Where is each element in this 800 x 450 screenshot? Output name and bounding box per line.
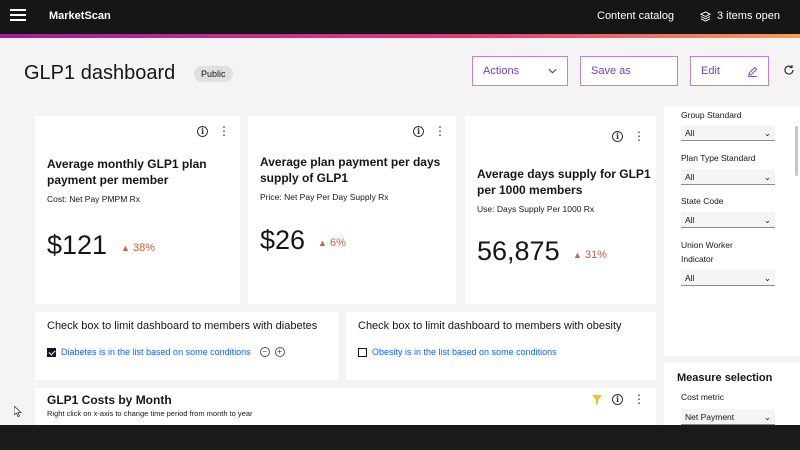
- bottom-bar: [0, 425, 800, 450]
- glp1-costs-card: GLP1 Costs by Month Right click on x-axi…: [35, 388, 656, 425]
- brand-name[interactable]: MarketScan: [49, 10, 111, 22]
- kpi-value: 56,875: [477, 236, 560, 266]
- diabetes-filter-card: Check box to limit dashboard to members …: [35, 312, 338, 380]
- chevron-down-icon: ⌄: [763, 412, 771, 422]
- kpi-delta: ▲ 38%: [121, 242, 155, 254]
- save-as-button[interactable]: Save as: [580, 56, 678, 86]
- kpi-card-days-supply: i ⋮ Average days supply for GLP1 per 100…: [465, 116, 656, 304]
- diabetes-checkbox[interactable]: [47, 347, 56, 357]
- select-value: All: [685, 128, 695, 138]
- remove-condition-icon[interactable]: −: [259, 347, 270, 357]
- filter-label-plan-type: Plan Type Standard: [681, 153, 756, 163]
- triangle-up-icon: ▲: [318, 238, 327, 248]
- kpi-delta-value: 6%: [329, 237, 346, 249]
- kpi-title: Average days supply for GLP1 per 1000 me…: [477, 167, 651, 197]
- kpi-card-payment-per-day-supply: i ⋮ Average plan payment per days supply…: [248, 116, 456, 304]
- triangle-up-icon: ▲: [573, 250, 582, 260]
- kpi-card-payment-per-member: i ⋮ Average monthly GLP1 plan payment pe…: [35, 116, 240, 304]
- overflow-menu-icon[interactable]: ⋮: [633, 130, 645, 142]
- chevron-down-icon: ⌄: [763, 128, 771, 138]
- kpi-delta: ▲ 31%: [573, 249, 607, 261]
- kpi-delta-value: 38%: [132, 242, 156, 254]
- obesity-checkbox[interactable]: [358, 347, 367, 357]
- edit-label: Edit: [701, 65, 720, 77]
- actions-dropdown[interactable]: Actions: [472, 56, 568, 86]
- chevron-down-icon: ⌄: [763, 172, 771, 182]
- overflow-menu-icon[interactable]: ⋮: [218, 125, 230, 137]
- diabetes-condition-row: Diabetes is in the list based on some co…: [47, 347, 285, 357]
- content-catalog-link[interactable]: Content catalog: [597, 10, 674, 22]
- kpi-delta-value: 31%: [584, 249, 608, 261]
- hamburger-menu-icon[interactable]: [10, 9, 26, 25]
- kpi-subtitle: Price: Net Pay Per Day Supply Rx: [260, 192, 389, 202]
- kpi-value: $121: [47, 230, 108, 260]
- refresh-icon[interactable]: [783, 64, 795, 79]
- kpi-value: $26: [260, 225, 306, 255]
- card-toolbar: i ⋮: [592, 393, 645, 405]
- kpi-subtitle: Cost: Net Pay PMPM Rx: [47, 194, 141, 204]
- kpi-title: Average monthly GLP1 plan payment per me…: [47, 157, 207, 187]
- obesity-filter-label: Check box to limit dashboard to members …: [358, 320, 622, 332]
- select-value: All: [685, 172, 695, 182]
- mouse-pointer-icon: [13, 405, 23, 420]
- diabetes-condition-link[interactable]: Diabetes is in the list based on some co…: [61, 347, 251, 357]
- dashboard-header: GLP1 dashboard Public Actions Save as Ed…: [0, 38, 800, 100]
- card-toolbar: i ⋮: [197, 125, 230, 137]
- info-icon[interactable]: i: [413, 126, 424, 137]
- kpi-title: Average plan payment per days supply of …: [260, 155, 441, 185]
- filter-icon[interactable]: [592, 394, 602, 405]
- chevron-down-icon: [548, 68, 557, 74]
- triangle-up-icon: ▲: [121, 243, 130, 253]
- costs-card-title: GLP1 Costs by Month: [47, 393, 172, 407]
- info-icon[interactable]: i: [197, 126, 208, 137]
- measure-selection-panel: Measure selection Cost metric Net Paymen…: [664, 363, 800, 425]
- filter-label-group-standard: Group Standard: [681, 110, 742, 120]
- measure-title: Measure selection: [677, 372, 773, 384]
- costs-card-subtitle: Right click on x-axis to change time per…: [47, 409, 253, 418]
- obesity-filter-card: Check box to limit dashboard to members …: [346, 312, 656, 380]
- kpi-subtitle: Use: Days Supply Per 1000 Rx: [477, 204, 595, 214]
- pencil-icon: [747, 66, 758, 77]
- page-title: GLP1 dashboard: [24, 62, 176, 84]
- open-items-label: 3 items open: [717, 10, 780, 22]
- filter-label-state-code: State Code: [681, 196, 724, 206]
- cost-metric-label: Cost metric: [681, 392, 724, 402]
- add-condition-icon[interactable]: +: [274, 347, 285, 357]
- kpi-delta: ▲ 6%: [318, 237, 346, 249]
- top-nav-bar: MarketScan Content catalog 3 items open: [0, 0, 800, 34]
- cost-metric-select[interactable]: Net Payment ⌄: [681, 409, 775, 425]
- chevron-down-icon: ⌄: [763, 215, 771, 225]
- save-as-label: Save as: [591, 65, 631, 77]
- panel-scrollbar[interactable]: [795, 126, 798, 176]
- obesity-condition-row: Obesity is in the list based on some con…: [358, 347, 557, 357]
- edit-button[interactable]: Edit: [690, 56, 769, 86]
- layers-icon: [700, 10, 711, 22]
- select-value: Net Payment: [685, 412, 735, 422]
- overflow-menu-icon[interactable]: ⋮: [434, 125, 446, 137]
- plan-type-select[interactable]: All ⌄: [681, 169, 775, 185]
- filters-panel: Group Standard All ⌄ Plan Type Standard …: [664, 106, 800, 356]
- visibility-tag: Public: [194, 66, 233, 82]
- obesity-condition-link[interactable]: Obesity is in the list based on some con…: [372, 347, 557, 357]
- select-value: All: [685, 273, 695, 283]
- actions-label: Actions: [483, 65, 520, 77]
- card-toolbar: i ⋮: [413, 125, 446, 137]
- state-code-select[interactable]: All ⌄: [681, 212, 775, 228]
- union-worker-select[interactable]: All ⌄: [681, 270, 775, 286]
- overflow-menu-icon[interactable]: ⋮: [633, 393, 645, 405]
- info-icon[interactable]: i: [612, 394, 623, 405]
- filter-label-union-worker: Union Worker Indicator: [681, 240, 733, 264]
- select-value: All: [685, 215, 695, 225]
- chevron-down-icon: ⌄: [763, 273, 771, 283]
- open-items-button[interactable]: 3 items open: [700, 10, 780, 22]
- info-icon[interactable]: i: [612, 131, 623, 142]
- group-standard-select[interactable]: All ⌄: [681, 125, 775, 141]
- diabetes-filter-label: Check box to limit dashboard to members …: [47, 320, 318, 332]
- card-toolbar: i ⋮: [612, 130, 645, 142]
